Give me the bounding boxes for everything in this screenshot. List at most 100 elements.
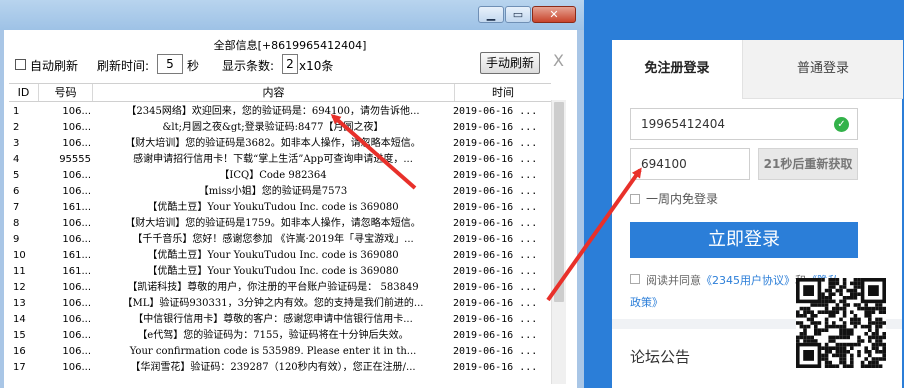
resend-code-button[interactable]: 21秒后重新获取	[758, 148, 858, 180]
table-row[interactable]: 11 161... 【优酷土豆】Your YoukuTudou Inc. code …	[9, 264, 551, 280]
close-icon: ✕	[549, 8, 559, 21]
maximize-icon: ▭	[512, 8, 524, 21]
privacy-policy-link-cont[interactable]: 政策》	[630, 292, 663, 314]
cell-id: 8	[13, 218, 20, 229]
table-row[interactable]: 16 106... Your confirmation code is 535989…	[9, 344, 551, 360]
column-header-time[interactable]: 时间	[455, 84, 551, 101]
cell-id: 17	[13, 362, 26, 373]
table-row[interactable]: 13 106... 【ML】验证码930331，3分钟之内有效。您的支持是我们前进的…	[9, 296, 551, 312]
table-row[interactable]: 5 106... 【ICQ】Code 982364 2019-06-16 ...	[9, 168, 551, 184]
cell-id: 7	[13, 202, 20, 213]
refresh-time-input[interactable]: 5	[157, 54, 183, 74]
maximize-button[interactable]: ▭	[505, 6, 531, 23]
cell-id: 2	[13, 122, 20, 133]
remember-week-checkbox[interactable]	[630, 194, 640, 204]
cell-content: 【优酷土豆】Your YoukuTudou Inc. code is 36908…	[147, 250, 399, 261]
cell-id: 3	[13, 138, 20, 149]
qr-code-image	[796, 278, 886, 368]
agree-checkbox[interactable]	[630, 274, 640, 284]
cell-time: 2019-06-16 ...	[453, 186, 538, 197]
window-border-left	[0, 30, 4, 388]
table-row[interactable]: 7 161... 【优酷土豆】Your YoukuTudou Inc. code i…	[9, 200, 551, 216]
table-row[interactable]: 12 106... 【凯诺科技】尊敬的用户，你注册的平台账户验证码是： 583849…	[9, 280, 551, 296]
table-row[interactable]: 17 106... 【华润雪花】验证码：239287（120秒内有效），您正在注册/…	[9, 360, 551, 376]
cell-id: 5	[13, 170, 20, 181]
table-row[interactable]: 3 106... 【财大培训】您的验证码是3682。如非本人操作，请忽略本短信。 20…	[9, 136, 551, 152]
cell-time: 2019-06-16 ...	[453, 314, 538, 325]
code-value: 694100	[641, 157, 687, 171]
table-row[interactable]: 8 106... 【财大培训】您的验证码是1759。如非本人操作，请忽略本短信。 20…	[9, 216, 551, 232]
cell-number: 106...	[62, 314, 91, 325]
phone-value: 19965412404	[641, 117, 725, 131]
table-row[interactable]: 10 161... 【优酷土豆】Your YoukuTudou Inc. code …	[9, 248, 551, 264]
cell-number: 106...	[62, 362, 91, 373]
cell-id: 15	[13, 330, 26, 341]
cell-time: 2019-06-16 ...	[453, 218, 538, 229]
table-row[interactable]: 2 106... &lt;月圆之夜&gt;登录验证码:8477【月圆之夜】 2019-…	[9, 120, 551, 136]
cell-number: 161...	[62, 202, 91, 213]
scrollbar-thumb[interactable]	[554, 102, 564, 302]
cell-content: 【ML】验证码930331，3分钟之内有效。您的支持是我们前进的...	[122, 298, 424, 309]
column-header-id[interactable]: ID	[9, 84, 39, 101]
cell-time: 2019-06-16 ...	[453, 282, 538, 293]
show-count-input[interactable]: 2	[282, 54, 298, 74]
cell-id: 10	[13, 250, 26, 261]
cell-id: 13	[13, 298, 26, 309]
cell-time: 2019-06-16 ...	[453, 154, 538, 165]
show-count-label: 显示条数:	[222, 59, 275, 73]
cell-time: 2019-06-16 ...	[453, 266, 538, 277]
cell-time: 2019-06-16 ...	[453, 170, 538, 181]
cell-time: 2019-06-16 ...	[453, 202, 538, 213]
refresh-time-label: 刷新时间:	[97, 59, 150, 73]
phone-input[interactable]: 19965412404 ✓	[630, 108, 858, 140]
cell-content: 【e代驾】您的验证码为：7155，验证码将在十分钟后失效。	[137, 330, 409, 341]
login-button[interactable]: 立即登录	[630, 222, 858, 258]
cell-time: 2019-06-16 ...	[453, 330, 538, 341]
cell-time: 2019-06-16 ...	[453, 346, 538, 357]
cell-content: 【miss小姐】您的验证码是7573	[198, 186, 348, 197]
cell-content: 感谢申请招行信用卡！下载“掌上生活”App可查询申请进度，...	[133, 154, 413, 165]
check-icon: ✓	[834, 117, 849, 132]
forum-announcement-title: 论坛公告	[630, 348, 691, 366]
remember-week-label: 一周内免登录	[646, 192, 719, 206]
table-row[interactable]: 1 106... 【2345网络】欢迎回来，您的验证码是：694100，请勿告诉他.…	[9, 104, 551, 120]
tab-normal-login[interactable]: 普通登录	[742, 40, 903, 99]
table-scrollbar[interactable]	[551, 100, 566, 384]
manual-refresh-button[interactable]: 手动刷新	[480, 52, 540, 74]
cell-content: 【千千音乐】您好！感谢您参加 《许嵩·2019年「寻宝游戏」...	[132, 234, 414, 245]
cell-number: 161...	[62, 250, 91, 261]
auto-refresh-checkbox[interactable]	[15, 59, 26, 70]
cell-time: 2019-06-16 ...	[453, 362, 538, 373]
window-titlebar[interactable]: ▁ ▭ ✕	[0, 0, 584, 30]
window-close-button[interactable]: ✕	[532, 6, 576, 23]
tab-free-register-login[interactable]: 免注册登录	[612, 40, 742, 98]
cell-time: 2019-06-16 ...	[453, 106, 538, 117]
table-row[interactable]: 6 106... 【miss小姐】您的验证码是7573 2019-06-16 ...	[9, 184, 551, 200]
table-row[interactable]: 9 106... 【千千音乐】您好！感谢您参加 《许嵩·2019年「寻宝游戏」...…	[9, 232, 551, 248]
agree-prefix: 阅读并同意	[646, 274, 701, 287]
cell-number: 106...	[62, 330, 91, 341]
panel-close-button[interactable]: X	[553, 51, 564, 70]
cell-content: 【中信银行信用卡】尊敬的客户：感谢您申请中信银行信用卡...	[133, 314, 413, 325]
cell-time: 2019-06-16 ...	[453, 138, 538, 149]
cell-time: 2019-06-16 ...	[453, 250, 538, 261]
table-row[interactable]: 4 95555 感谢申请招行信用卡！下载“掌上生活”App可查询申请进度，... 20…	[9, 152, 551, 168]
cell-time: 2019-06-16 ...	[453, 234, 538, 245]
minimize-button[interactable]: ▁	[478, 6, 504, 23]
table-row[interactable]: 14 106... 【中信银行信用卡】尊敬的客户：感谢您申请中信银行信用卡... 20…	[9, 312, 551, 328]
verification-code-input[interactable]: 694100	[630, 148, 750, 180]
cell-content: 【财大培训】您的验证码是3682。如非本人操作，请忽略本短信。	[125, 138, 421, 149]
cell-id: 4	[13, 154, 20, 165]
cell-number: 106...	[62, 218, 91, 229]
column-header-number[interactable]: 号码	[39, 84, 93, 101]
cell-number: 106...	[62, 186, 91, 197]
column-header-content[interactable]: 内容	[93, 84, 455, 101]
panel-title: 全部信息[+8619965412404]	[213, 39, 367, 52]
cell-time: 2019-06-16 ...	[453, 122, 538, 133]
user-agreement-link[interactable]: 《2345用户协议》	[701, 274, 795, 287]
minimize-icon: ▁	[486, 8, 496, 21]
table-row[interactable]: 15 106... 【e代驾】您的验证码为：7155，验证码将在十分钟后失效。 201…	[9, 328, 551, 344]
show-count-unit: x10条	[299, 59, 334, 73]
cell-number: 106...	[62, 122, 91, 133]
cell-id: 12	[13, 282, 26, 293]
